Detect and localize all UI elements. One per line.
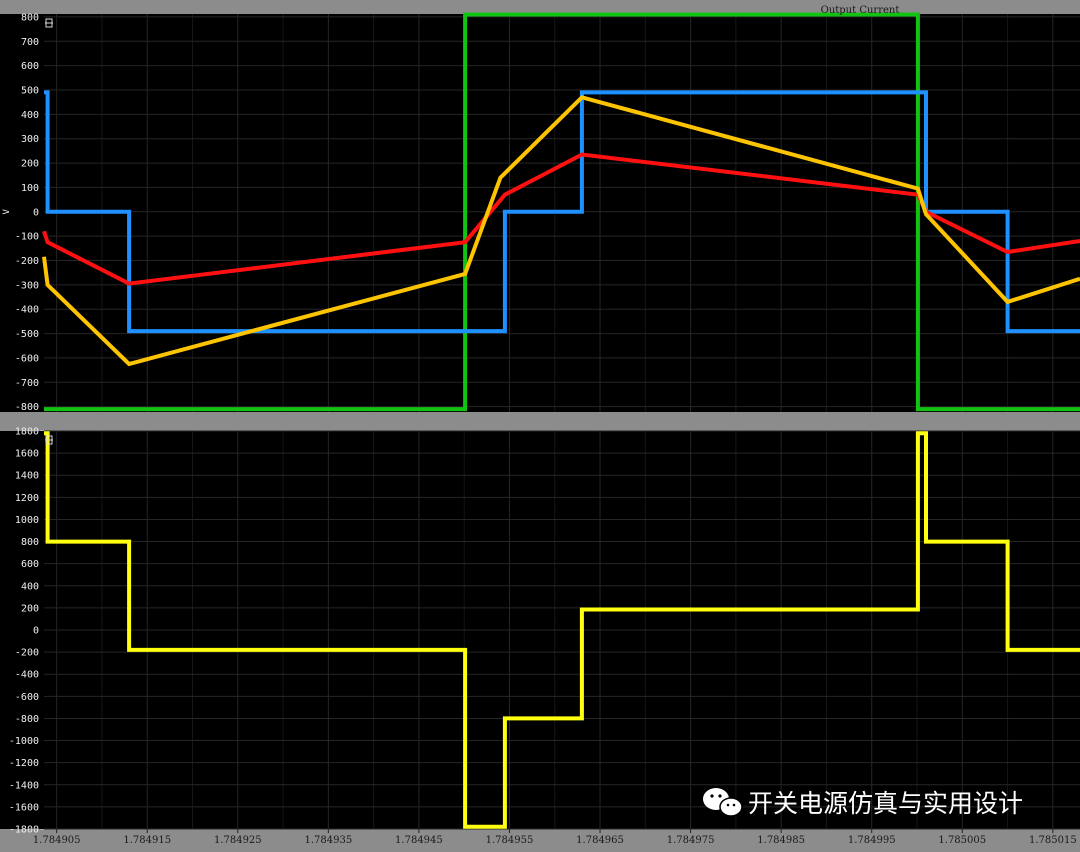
x-tick-label: 1.784965 bbox=[576, 835, 624, 846]
y-tick-label: -200 bbox=[15, 256, 39, 267]
y-tick-label: -1600 bbox=[9, 802, 39, 813]
y-tick-label: -1200 bbox=[9, 758, 39, 769]
bottom-plot-panel[interactable]: -1800 -1600 -1400 -1200 -1000 -800 -600 -400 -20… bbox=[0, 427, 1080, 836]
y-tick-label: -500 bbox=[15, 329, 39, 340]
y-tick-label: 300 bbox=[21, 134, 39, 145]
oscilloscope-display: -800-700-600-500-400-300-200-10001002003… bbox=[0, 0, 1080, 852]
x-tick-label: 1.784905 bbox=[33, 835, 81, 846]
x-tick-label: 1.784995 bbox=[848, 835, 896, 846]
y-tick-label: 400 bbox=[21, 581, 39, 592]
y-tick-label: 200 bbox=[21, 603, 39, 614]
y-tick-label: 0 bbox=[33, 626, 39, 637]
y-tick-label: 1400 bbox=[15, 471, 39, 482]
y-tick-label: -600 bbox=[15, 353, 39, 364]
x-tick-label: 1.785015 bbox=[1029, 835, 1077, 846]
y-tick-label: -300 bbox=[15, 280, 39, 291]
x-tick-label: 1.784975 bbox=[667, 835, 715, 846]
watermark-text: 开关电源仿真与实用设计 bbox=[748, 789, 1023, 818]
y-tick-label: -200 bbox=[15, 648, 39, 659]
y-axis-label: V bbox=[2, 208, 12, 214]
y-tick-label: 800 bbox=[21, 537, 39, 548]
y-tick-label: -800 bbox=[15, 714, 39, 725]
y-tick-label: -700 bbox=[15, 378, 39, 389]
y-tick-label: 1800 bbox=[15, 427, 39, 438]
x-tick-label: 1.784945 bbox=[395, 835, 443, 846]
y-tick-label: 100 bbox=[21, 183, 39, 194]
y-tick-label: -600 bbox=[15, 692, 39, 703]
y-tick-label: 1000 bbox=[15, 515, 39, 526]
x-tick-label: 1.785005 bbox=[938, 835, 986, 846]
watermark: 开关电源仿真与实用设计 bbox=[703, 788, 1023, 818]
y-tick-label: 600 bbox=[21, 61, 39, 72]
y-tick-label: 800 bbox=[21, 12, 39, 23]
x-tick-label: 1.784985 bbox=[757, 835, 805, 846]
x-tick-label: 1.784925 bbox=[214, 835, 262, 846]
y-tick-label: -1000 bbox=[9, 736, 39, 747]
y-tick-label: 700 bbox=[21, 37, 39, 48]
y-tick-label: 400 bbox=[21, 110, 39, 121]
x-tick-label: 1.784955 bbox=[486, 835, 534, 846]
y-tick-label: -1400 bbox=[9, 780, 39, 791]
y-tick-label: -800 bbox=[15, 402, 39, 413]
y-tick-label: 600 bbox=[21, 559, 39, 570]
y-tick-label: 1200 bbox=[15, 493, 39, 504]
top-plot-title: Output Current bbox=[821, 5, 900, 16]
y-tick-label: -1800 bbox=[9, 825, 39, 836]
x-tick-label: 1.784915 bbox=[123, 835, 171, 846]
y-tick-label: 0 bbox=[33, 207, 39, 218]
y-tick-label: -400 bbox=[15, 670, 39, 681]
x-tick-label: 1.784935 bbox=[304, 835, 352, 846]
y-tick-label: -400 bbox=[15, 305, 39, 316]
y-tick-label: -100 bbox=[15, 232, 39, 243]
y-tick-label: 1600 bbox=[15, 449, 39, 460]
y-tick-label: 200 bbox=[21, 159, 39, 170]
top-plot-panel[interactable]: -800 -700 -600 -500 -400 -300 -200 -100 0 100 200 3… bbox=[0, 12, 1080, 413]
y-tick-label: 500 bbox=[21, 85, 39, 96]
